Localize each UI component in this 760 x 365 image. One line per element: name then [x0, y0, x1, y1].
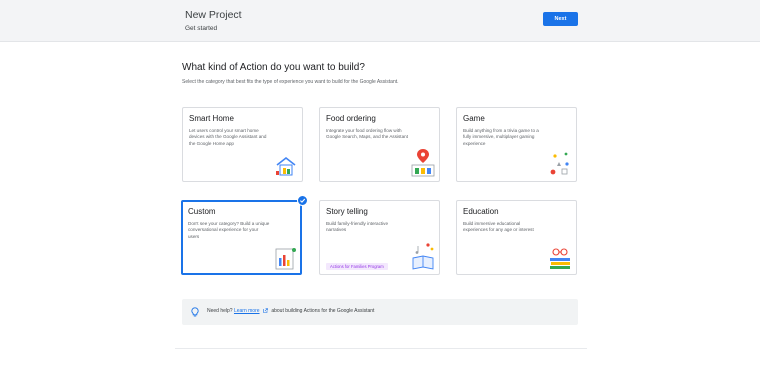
section-subheading: Select the category that best fits the t…: [182, 79, 399, 85]
learn-more-link[interactable]: Learn more: [234, 308, 260, 314]
selected-check-icon: [297, 195, 308, 206]
card-title: Food ordering: [326, 114, 376, 123]
section-heading: What kind of Action do you want to build…: [182, 62, 365, 73]
card-title: Story telling: [326, 207, 368, 216]
card-title: Smart Home: [189, 114, 234, 123]
category-card-game[interactable]: Game Build anything from a trivia game t…: [456, 107, 577, 182]
card-description: Let users control your smart home device…: [189, 128, 267, 146]
top-bar: New Project Get started Next: [0, 0, 760, 42]
category-card-food-ordering[interactable]: Food ordering Integrate your food orderi…: [319, 107, 440, 182]
help-prefix: Need help?: [207, 308, 233, 314]
category-card-education[interactable]: Education Build immersive educational ex…: [456, 200, 577, 275]
category-card-custom[interactable]: Custom Don't see your category? Build a …: [181, 200, 302, 275]
external-link-icon: [263, 308, 268, 313]
page-title: New Project: [185, 9, 242, 21]
card-title: Custom: [188, 207, 216, 216]
food-ordering-icon: [411, 149, 435, 177]
card-title: Game: [463, 114, 485, 123]
card-description: Integrate your food ordering flow with G…: [326, 128, 408, 140]
smart-home-icon: [276, 156, 296, 176]
bottom-divider: [175, 348, 587, 349]
card-description: Build family-friendly interactive narrat…: [326, 221, 389, 233]
story-telling-icon: [412, 243, 434, 270]
lightbulb-icon: [191, 307, 199, 317]
card-description: Build anything from a trivia game to a f…: [463, 128, 539, 146]
help-text: Need help? Learn more about building Act…: [207, 308, 374, 314]
help-banner: Need help? Learn more about building Act…: [182, 299, 578, 325]
card-description: Build immersive educational experiences …: [463, 221, 534, 233]
custom-icon: [275, 248, 296, 270]
help-suffix: about building Actions for the Google As…: [271, 308, 375, 314]
education-icon: [550, 248, 570, 269]
category-card-story-telling[interactable]: Story telling Build family-friendly inte…: [319, 200, 440, 275]
families-program-tag: Actions for Families Program: [326, 263, 388, 270]
card-title: Education: [463, 207, 499, 216]
game-icon: [550, 152, 569, 175]
next-button[interactable]: Next: [543, 12, 578, 26]
category-card-smart-home[interactable]: Smart Home Let users control your smart …: [182, 107, 303, 182]
page-subtitle: Get started: [185, 25, 218, 32]
card-description: Don't see your category? Build a unique …: [188, 221, 270, 239]
